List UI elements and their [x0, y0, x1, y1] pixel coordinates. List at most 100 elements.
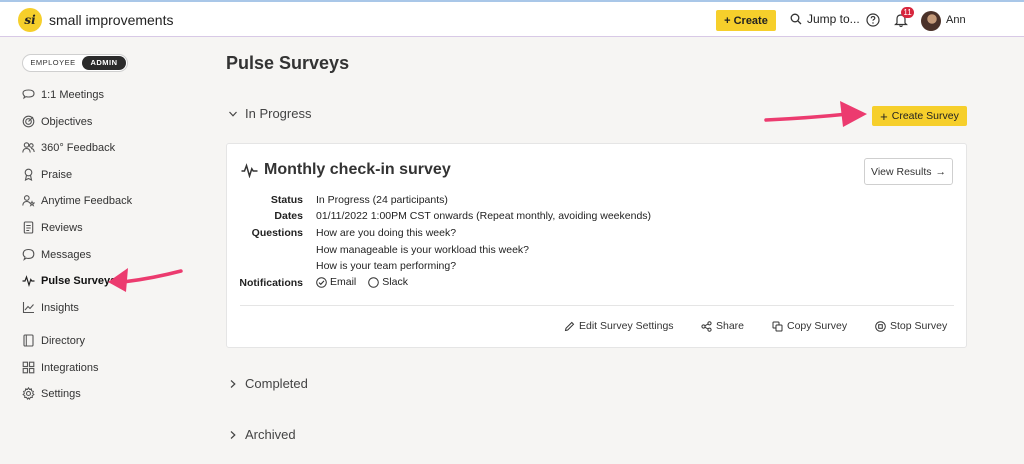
stop-survey-button[interactable]: Stop Survey	[875, 320, 947, 332]
chevron-down-icon	[229, 111, 237, 117]
help-icon[interactable]	[866, 13, 880, 27]
sidebar-item-insights[interactable]: Insights	[22, 301, 79, 314]
action-label: Stop Survey	[890, 320, 948, 332]
action-label: Copy Survey	[787, 320, 848, 332]
sidebar-item-label: Insights	[41, 301, 79, 314]
share-icon	[701, 320, 712, 332]
sidebar-item-label: Reviews	[41, 221, 83, 234]
sidebar-item-label: Pulse Surveys	[41, 274, 117, 287]
sidebar-item-label: Messages	[41, 248, 92, 261]
question-item: How is your team performing?	[316, 260, 457, 272]
sidebar-item-label: 1:1 Meetings	[41, 88, 104, 101]
stop-icon	[875, 320, 886, 332]
sidebar-item-integrations[interactable]: Integrations	[22, 361, 98, 374]
sidebar-item-pulse-surveys[interactable]: Pulse Surveys	[22, 274, 116, 287]
create-button[interactable]: + Create	[716, 10, 776, 31]
edit-survey-settings-button[interactable]: Edit Survey Settings	[564, 320, 674, 332]
person-star-icon	[22, 194, 35, 207]
chevron-right-icon	[230, 379, 236, 388]
sidebar-item-360-feedback[interactable]: 360° Feedback	[22, 141, 115, 154]
check-circle-icon	[316, 276, 327, 288]
chevron-right-icon	[230, 430, 236, 439]
action-label: Share	[716, 320, 745, 332]
plus-icon: +	[880, 108, 888, 124]
share-button[interactable]: Share	[701, 320, 744, 332]
people-icon	[22, 141, 35, 154]
view-results-button[interactable]: View Results →	[864, 158, 953, 185]
notification-slack[interactable]: Slack	[368, 276, 408, 288]
notifications-label: Notifications	[239, 277, 303, 289]
pulse-icon	[22, 274, 35, 287]
view-results-label: View Results	[871, 165, 932, 178]
sidebar-item-objectives[interactable]: Objectives	[22, 115, 92, 128]
survey-title: Monthly check-in survey	[241, 161, 451, 179]
pulse-icon	[241, 162, 258, 178]
message-icon	[22, 248, 35, 261]
notification-badge: 11	[901, 7, 914, 18]
role-admin-option[interactable]: ADMIN	[82, 56, 126, 70]
sidebar-item-label: Settings	[41, 387, 81, 400]
action-label: Edit Survey Settings	[579, 320, 674, 332]
notification-label: Email	[330, 276, 357, 288]
question-item: How manageable is your workload this wee…	[316, 244, 530, 256]
grid-icon	[22, 361, 35, 374]
sidebar-item-label: 360° Feedback	[41, 141, 116, 154]
dates-value: 01/11/2022 1:00PM CST onwards (Repeat mo…	[316, 210, 652, 222]
sidebar-item-reviews[interactable]: Reviews	[22, 221, 83, 234]
status-value: In Progress (24 participants)	[316, 194, 448, 206]
ribbon-icon	[22, 168, 35, 181]
section-title: Completed	[245, 376, 308, 391]
sidebar-item-1-1-meetings[interactable]: 1:1 Meetings	[22, 88, 104, 101]
annotation-arrow-sidebar	[108, 268, 183, 292]
logo[interactable]: si small improvements	[18, 8, 173, 32]
dates-label: Dates	[274, 210, 303, 222]
sidebar-item-messages[interactable]: Messages	[22, 248, 91, 261]
user-name[interactable]: Ann	[946, 14, 966, 26]
notifications-options: Email Slack	[316, 276, 408, 288]
avatar[interactable]	[921, 11, 941, 31]
pencil-icon	[564, 321, 575, 331]
sidebar-item-settings[interactable]: Settings	[22, 387, 81, 400]
sidebar-item-anytime-feedback[interactable]: Anytime Feedback	[22, 194, 132, 207]
sidebar-item-praise[interactable]: Praise	[22, 168, 72, 181]
sidebar-item-label: Integrations	[41, 361, 99, 374]
annotation-arrow-create-survey	[764, 101, 867, 127]
jump-to-search[interactable]: Jump to...	[790, 12, 860, 26]
status-label: Status	[270, 194, 303, 206]
role-toggle: EMPLOYEE ADMIN	[22, 54, 128, 72]
card-divider	[240, 305, 954, 306]
sidebar-item-directory[interactable]: Directory	[22, 334, 85, 347]
sidebar-item-label: Directory	[41, 334, 86, 347]
logo-mark: si	[18, 8, 42, 32]
section-archived-toggle[interactable]: Archived	[228, 427, 296, 442]
notification-label: Slack	[382, 276, 408, 288]
logo-text: small improvements	[49, 12, 174, 28]
role-employee-option[interactable]: EMPLOYEE	[24, 56, 82, 70]
top-bar: si small improvements + Create Jump to..…	[0, 0, 1024, 37]
gear-icon	[22, 387, 35, 400]
empty-circle-icon	[368, 276, 380, 288]
section-in-progress-toggle[interactable]: In Progress	[228, 106, 311, 121]
notification-email[interactable]: Email	[316, 276, 356, 288]
section-title: Archived	[245, 427, 296, 442]
document-icon	[22, 221, 35, 234]
questions-label: Questions	[251, 227, 303, 239]
survey-card: Monthly check-in survey View Results → S…	[226, 143, 967, 348]
sidebar-item-label: Anytime Feedback	[41, 194, 133, 207]
copy-icon	[772, 321, 783, 331]
copy-survey-button[interactable]: Copy Survey	[772, 320, 847, 332]
chart-icon	[22, 301, 35, 314]
chat-icon	[22, 88, 35, 101]
section-completed-toggle[interactable]: Completed	[228, 376, 308, 391]
jump-to-label: Jump to...	[807, 12, 860, 26]
sidebar-item-label: Praise	[41, 168, 73, 181]
plus-icon: +	[724, 14, 731, 27]
arrow-right-icon: →	[935, 165, 947, 178]
search-icon	[790, 13, 802, 25]
target-icon	[22, 115, 35, 128]
create-survey-button[interactable]: + Create Survey	[872, 106, 967, 126]
create-button-label: Create	[733, 14, 768, 27]
section-title: In Progress	[245, 106, 312, 121]
page-title: Pulse Surveys	[226, 53, 350, 73]
sidebar-item-label: Objectives	[41, 115, 93, 128]
